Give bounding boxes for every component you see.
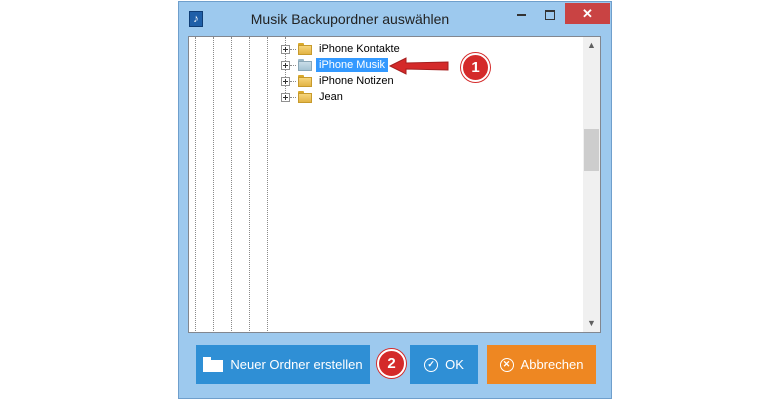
folder-icon [298,43,312,55]
expand-icon[interactable] [281,60,290,70]
scroll-thumb[interactable] [584,129,599,171]
folder-icon [298,59,312,71]
annotation-badge-2: 2 [377,349,406,378]
check-icon: ✓ [424,357,439,372]
cancel-button[interactable]: ✕ Abbrechen [487,345,596,384]
folder-icon [298,91,312,103]
red-arrow-icon [388,57,449,75]
minimize-icon [517,13,526,16]
close-button[interactable]: ✕ [565,3,610,24]
tree-item[interactable]: Jean [281,89,346,105]
minimize-button[interactable] [509,3,534,24]
folder-icon [298,75,312,87]
tree-item-label: iPhone Notizen [319,75,394,87]
maximize-icon [544,9,555,20]
window-title: Musik Backupordner auswählen [250,11,450,27]
maximize-button[interactable] [537,3,562,24]
ok-label: OK [445,357,464,372]
title-bar[interactable]: ♪ Musik Backupordner auswählen ✕ [179,2,611,36]
tree-item-label: iPhone Musik [316,58,389,72]
tree-guide-line [267,37,268,332]
ok-button[interactable]: ✓ OK [410,345,478,384]
tree-guide-line [213,37,214,332]
new-folder-button[interactable]: Neuer Ordner erstellen [196,345,370,384]
cancel-label: Abbrechen [520,357,584,372]
tree-item[interactable]: iPhone Kontakte [281,41,403,57]
expand-icon[interactable] [281,92,290,102]
tree-item-selected[interactable]: iPhone Musik [281,57,389,73]
tree-item-label: Jean [319,91,343,103]
annotation-badge-1: 1 [461,53,490,82]
scroll-up-icon[interactable]: ▲ [583,37,600,54]
music-app-icon: ♪ [189,11,203,27]
scroll-down-icon[interactable]: ▼ [583,315,600,332]
tree-item-label: iPhone Kontakte [319,43,400,55]
tree-item[interactable]: iPhone Notizen [281,73,397,89]
tree-guide-line [195,37,196,332]
new-folder-label: Neuer Ordner erstellen [230,357,363,372]
tree-guide-line [249,37,250,332]
folder-icon [203,357,224,372]
vertical-scrollbar[interactable]: ▲ ▼ [583,37,600,332]
expand-icon[interactable] [281,44,290,54]
cancel-icon: ✕ [499,357,514,372]
folder-tree[interactable]: iPhone Kontakte iPhone Musik iPhone Noti… [188,36,601,333]
tree-guide-line [231,37,232,332]
expand-icon[interactable] [281,76,290,86]
